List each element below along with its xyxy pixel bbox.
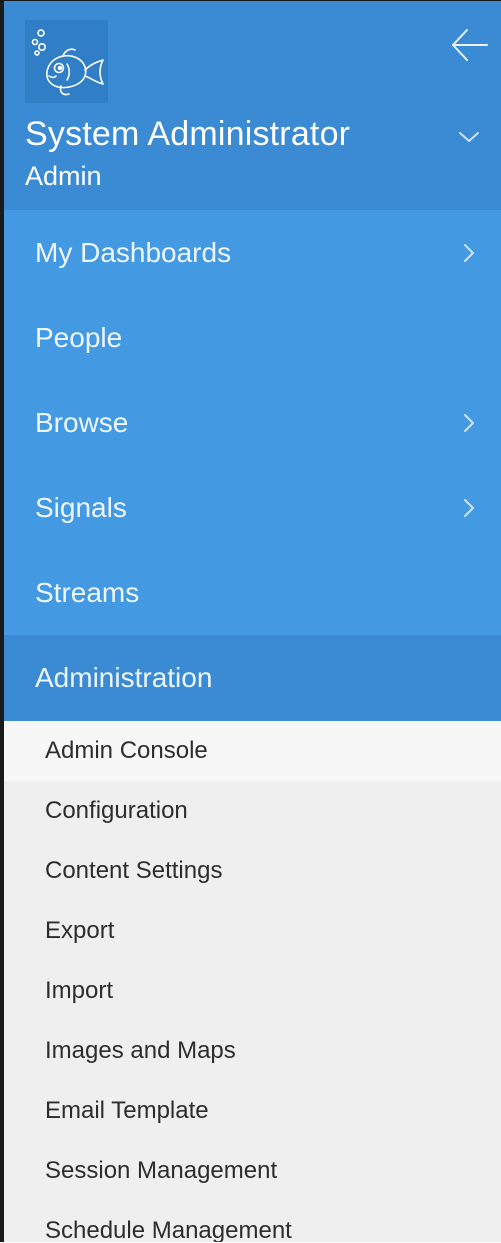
- submenu-item-session-management[interactable]: Session Management: [4, 1141, 501, 1201]
- back-button[interactable]: [449, 27, 489, 63]
- user-header: System Administrator Admin: [4, 1, 501, 210]
- administration-submenu: Admin Console Configuration Content Sett…: [4, 721, 501, 1242]
- nav-item-streams[interactable]: Streams: [4, 550, 501, 635]
- submenu-item-label: Configuration: [45, 797, 188, 824]
- submenu-item-label: Images and Maps: [45, 1037, 236, 1064]
- nav-item-browse[interactable]: Browse: [4, 380, 501, 465]
- submenu-item-email-template[interactable]: Email Template: [4, 1081, 501, 1141]
- user-role: Admin: [25, 161, 102, 191]
- nav-item-signals[interactable]: Signals: [4, 465, 501, 550]
- navigation-drawer: System Administrator Admin My Dashboards…: [0, 0, 501, 1242]
- submenu-item-export[interactable]: Export: [4, 901, 501, 961]
- account-expand-button[interactable]: [457, 129, 481, 145]
- submenu-item-import[interactable]: Import: [4, 961, 501, 1021]
- nav-item-label: Signals: [35, 491, 127, 523]
- nav-item-my-dashboards[interactable]: My Dashboards: [4, 210, 501, 295]
- fish-avatar-icon: [31, 29, 104, 96]
- submenu-item-images-and-maps[interactable]: Images and Maps: [4, 1021, 501, 1081]
- chevron-right-icon: [464, 243, 474, 262]
- submenu-item-admin-console[interactable]: Admin Console: [4, 721, 501, 781]
- nav-item-people[interactable]: People: [4, 295, 501, 380]
- avatar[interactable]: [25, 20, 108, 103]
- nav-item-label: Browse: [35, 406, 129, 438]
- submenu-item-label: Schedule Management: [45, 1217, 292, 1242]
- chevron-right-icon: [464, 413, 474, 432]
- submenu-item-content-settings[interactable]: Content Settings: [4, 841, 501, 901]
- submenu-item-configuration[interactable]: Configuration: [4, 781, 501, 841]
- submenu-item-label: Content Settings: [45, 857, 223, 884]
- arrow-left-icon: [452, 29, 488, 61]
- main-nav: My Dashboards People Browse Signals Stre…: [4, 210, 501, 721]
- nav-item-label: My Dashboards: [35, 236, 232, 268]
- submenu-item-schedule-management[interactable]: Schedule Management: [4, 1201, 501, 1242]
- submenu-item-label: Admin Console: [45, 737, 208, 764]
- nav-item-label: Administration: [35, 662, 213, 693]
- submenu-item-label: Export: [45, 917, 115, 944]
- chevron-down-icon: [459, 132, 479, 142]
- submenu-item-label: Email Template: [45, 1097, 209, 1124]
- user-name: System Administrator: [25, 115, 351, 153]
- nav-item-administration[interactable]: Administration: [4, 635, 501, 721]
- nav-item-label: Streams: [35, 576, 140, 608]
- submenu-item-label: Session Management: [45, 1157, 278, 1184]
- nav-item-label: People: [35, 321, 123, 353]
- chevron-right-icon: [464, 498, 474, 517]
- submenu-item-label: Import: [45, 977, 114, 1004]
